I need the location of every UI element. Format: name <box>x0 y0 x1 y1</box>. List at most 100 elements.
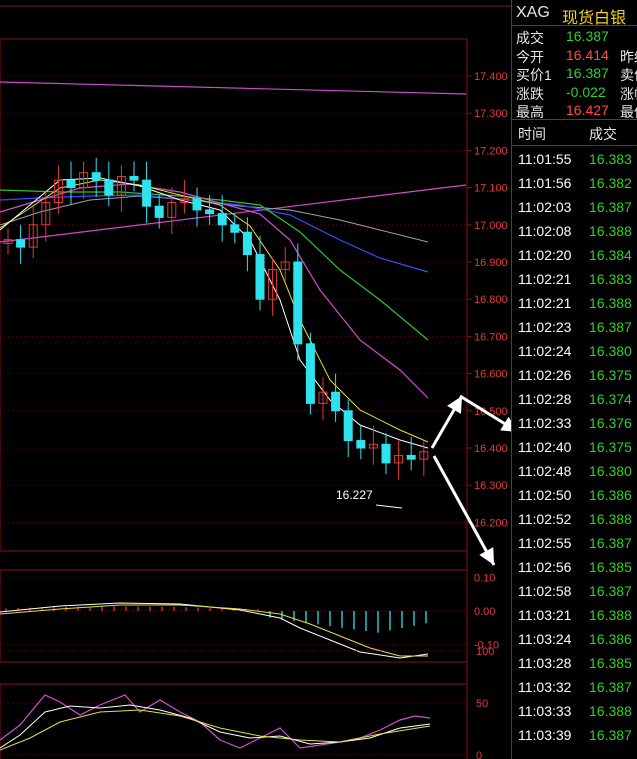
price-tick-label: 17.300 <box>474 108 508 120</box>
price-axis: 17.400 17.300 17.200 17.100 17.000 16.900 16.8… <box>467 71 508 529</box>
main-chart-grid <box>0 5 511 759</box>
quote-row: 最高 16.427 最低 <box>512 101 637 120</box>
candle-down <box>381 443 391 464</box>
tick-time: 11:02:20 <box>518 247 572 263</box>
quote-value: 16.414 <box>566 46 609 63</box>
kdj-tick-label: 50 <box>476 698 488 710</box>
tick-price: 16.375 <box>589 367 632 383</box>
tick-row[interactable]: 11:02:56 16.385 <box>512 556 637 580</box>
tick-time: 11:02:48 <box>518 463 572 479</box>
tick-row[interactable]: 11:02:52 16.388 <box>512 508 637 532</box>
tick-price: 16.385 <box>589 559 632 575</box>
candle-down <box>142 179 152 207</box>
quote-row: 今开 16.414 昨结 <box>512 46 637 65</box>
quote-header: XAG 现货白银 <box>512 0 637 27</box>
moving-average-lines <box>0 177 429 449</box>
tick-row[interactable]: 11:02:08 16.388 <box>512 220 637 244</box>
tick-row[interactable]: 11:02:55 16.387 <box>512 532 637 556</box>
tick-row[interactable]: 11:02:20 16.384 <box>512 244 637 268</box>
tick-row[interactable]: 11:01:56 16.382 <box>512 172 637 196</box>
tick-time: 11:02:40 <box>518 439 572 455</box>
ticks-time-header: 时间 <box>518 126 546 142</box>
tick-time: 11:02:56 <box>518 559 572 575</box>
tick-price: 16.388 <box>589 703 632 719</box>
macd-tick-label: 0.10 <box>474 573 495 585</box>
candle-down <box>91 172 101 181</box>
macd-dea-line <box>0 604 428 657</box>
tick-row[interactable]: 11:02:24 16.380 <box>512 340 637 364</box>
arrowhead <box>500 416 511 432</box>
tick-price: 16.387 <box>589 679 632 695</box>
ticks-price-header: 成交 <box>589 126 617 142</box>
tick-time: 11:03:28 <box>518 655 572 671</box>
tick-row[interactable]: 11:02:33 16.376 <box>512 412 637 436</box>
tick-time: 11:03:33 <box>518 703 572 719</box>
tick-price: 16.388 <box>589 295 632 311</box>
tick-price: 16.385 <box>589 655 632 671</box>
tick-row[interactable]: 11:03:32 16.387 <box>512 676 637 700</box>
tick-row[interactable]: 11:02:58 16.387 <box>512 580 637 604</box>
tick-row[interactable]: 11:03:21 16.388 <box>512 604 637 628</box>
candle-down <box>192 198 202 211</box>
price-tick-label: 16.400 <box>474 443 508 455</box>
candle-down <box>16 239 26 248</box>
arrow-down <box>432 455 496 566</box>
price-tick-label: 16.600 <box>474 369 508 381</box>
tick-time: 11:02:23 <box>518 319 572 335</box>
macd-pane: 0.100.00-0.10 <box>0 569 499 663</box>
tick-row[interactable]: 11:02:40 16.375 <box>512 436 637 460</box>
candle-down <box>129 175 139 181</box>
low-price-label: 16.227 <box>336 488 373 502</box>
chart-area[interactable]: 17.400 17.300 17.200 17.100 17.000 16.900 16.8… <box>0 0 511 759</box>
tick-price: 16.382 <box>589 175 632 191</box>
tick-row[interactable]: 11:02:50 16.386 <box>512 484 637 508</box>
tick-price: 16.387 <box>589 583 632 599</box>
price-tick-label: 17.000 <box>474 220 508 232</box>
price-tick-label: 17.200 <box>474 145 508 157</box>
tick-row[interactable]: 11:03:39 16.387 <box>512 724 637 748</box>
tick-price: 16.387 <box>589 727 632 743</box>
candle-down <box>356 440 366 449</box>
kdj-tick-label: 0 <box>476 750 482 759</box>
tick-row[interactable]: 11:02:21 16.383 <box>512 268 637 292</box>
candle-down <box>217 213 227 226</box>
tick-row[interactable]: 11:02:26 16.375 <box>512 364 637 388</box>
price-tick-label: 16.900 <box>474 257 508 269</box>
macd-frame <box>0 569 468 663</box>
divider <box>512 25 637 26</box>
tick-row[interactable]: 11:01:55 16.383 <box>512 148 637 172</box>
tick-time: 11:03:32 <box>518 679 572 695</box>
tick-row[interactable]: 11:02:48 16.380 <box>512 460 637 484</box>
arrow-shaft <box>432 455 496 566</box>
candle-down <box>230 224 240 233</box>
ma-line-white <box>0 177 429 449</box>
tick-row[interactable]: 11:03:28 16.385 <box>512 652 637 676</box>
price-tick-label: 17.100 <box>474 183 508 195</box>
tick-time: 11:02:21 <box>518 271 572 287</box>
quote-row: 买价1 16.387 卖价 <box>512 64 637 83</box>
tick-row[interactable]: 11:03:33 16.388 <box>512 700 637 724</box>
tick-time: 11:01:56 <box>518 175 572 191</box>
tick-row[interactable]: 11:02:03 16.387 <box>512 196 637 220</box>
candle-down <box>104 179 114 196</box>
tick-price: 16.386 <box>589 487 632 503</box>
tick-row[interactable]: 11:02:23 16.387 <box>512 316 637 340</box>
quote-value: 16.387 <box>566 65 609 81</box>
divider <box>512 145 637 146</box>
tick-row[interactable]: 11:02:28 16.374 <box>512 388 637 412</box>
arrow-up-bounce <box>430 395 464 449</box>
tick-time: 11:02:52 <box>518 511 572 527</box>
tick-price: 16.383 <box>589 151 632 167</box>
candle-down <box>406 454 416 460</box>
quote-panel: XAG 现货白银 成交 16.387 今开 16.414 昨结买价1 16.38… <box>511 0 637 759</box>
trend-lines <box>0 81 467 509</box>
candle-down <box>154 205 164 218</box>
tick-price: 16.387 <box>589 319 632 335</box>
tick-time: 11:02:26 <box>518 367 572 383</box>
tick-time: 11:02:08 <box>518 223 572 239</box>
tick-time: 11:01:55 <box>518 151 572 167</box>
tick-row[interactable]: 11:03:24 16.386 <box>512 628 637 652</box>
candle-down <box>343 410 353 442</box>
kdj-pane: 100 50 0 <box>0 646 494 759</box>
tick-row[interactable]: 11:02:21 16.388 <box>512 292 637 316</box>
